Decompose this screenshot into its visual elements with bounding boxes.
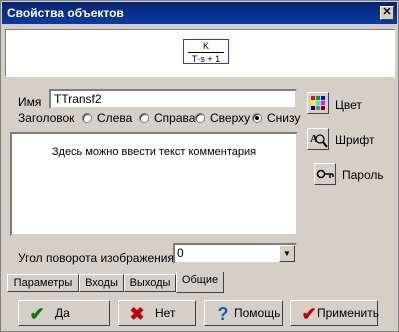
name-label: Имя <box>18 95 42 109</box>
chevron-down-icon[interactable]: ▼ <box>279 245 295 262</box>
tab-general[interactable]: Общие <box>176 272 224 293</box>
radio-right[interactable] <box>139 113 149 123</box>
font-label[interactable]: Шрифт <box>335 133 374 147</box>
password-label[interactable]: Пароль <box>342 168 384 182</box>
block-preview: K T·s + 1 <box>5 29 395 77</box>
password-button[interactable] <box>314 163 336 185</box>
help-label: Помощь <box>234 306 281 320</box>
palette-icon <box>311 96 325 110</box>
no-label: Нет <box>155 306 176 320</box>
svg-text:A: A <box>310 133 318 145</box>
radio-left-label[interactable]: Слева <box>97 111 132 125</box>
key-icon <box>316 169 334 179</box>
checkmark-icon: ✔ <box>29 304 45 324</box>
transfer-function-preview: K T·s + 1 <box>183 39 229 64</box>
close-icon: ✖ <box>129 304 145 324</box>
radio-bottom-label[interactable]: Снизу <box>267 111 300 125</box>
preview-numerator: K <box>202 41 209 51</box>
tab-outputs[interactable]: Выходы <box>124 274 176 292</box>
help-icon: ? <box>217 304 229 324</box>
help-button[interactable]: ? Помощь <box>204 300 283 326</box>
close-button[interactable]: ✕ <box>380 6 394 20</box>
color-button[interactable] <box>307 92 329 114</box>
rotation-combo[interactable]: 0 ▼ <box>173 243 297 264</box>
apply-label: Применить <box>317 306 380 320</box>
rotation-value: 0 <box>177 246 184 260</box>
radio-left[interactable] <box>82 113 92 123</box>
header-label: Заголовок <box>18 111 75 125</box>
yes-label: Да <box>55 306 70 320</box>
yes-button[interactable]: ✔ Да <box>18 300 110 326</box>
comment-text: Здесь можно ввести текст комментария <box>51 146 257 158</box>
name-input[interactable]: TTransf2 <box>49 89 297 109</box>
fraction-bar <box>188 52 224 53</box>
close-icon: ✕ <box>382 6 392 18</box>
radio-right-label[interactable]: Справа <box>154 111 195 125</box>
window-title: Свойства объектов <box>7 6 124 20</box>
comment-memo[interactable]: Здесь можно ввести текст комментария <box>10 132 298 236</box>
radio-top-label[interactable]: Сверху <box>210 111 250 125</box>
radio-bottom[interactable] <box>252 113 262 123</box>
rotation-label: Угол поворота изображения <box>18 251 174 265</box>
radio-top[interactable] <box>195 113 205 123</box>
font-button[interactable]: A <box>307 128 329 150</box>
apply-button[interactable]: ✔ Применить <box>290 300 380 326</box>
font-magnifier-icon: A <box>310 133 328 148</box>
color-label[interactable]: Цвет <box>335 98 362 112</box>
properties-dialog: Свойства объектов ✕ K T·s + 1 Имя TTrans… <box>0 0 399 332</box>
tab-inputs[interactable]: Входы <box>79 274 124 292</box>
preview-denominator: T·s + 1 <box>191 54 221 64</box>
no-button[interactable]: ✖ Нет <box>118 300 196 326</box>
checkmark-icon: ✔ <box>301 304 317 324</box>
tab-parameters[interactable]: Параметры <box>7 274 79 292</box>
title-bar: Свойства объектов ✕ <box>2 2 397 24</box>
